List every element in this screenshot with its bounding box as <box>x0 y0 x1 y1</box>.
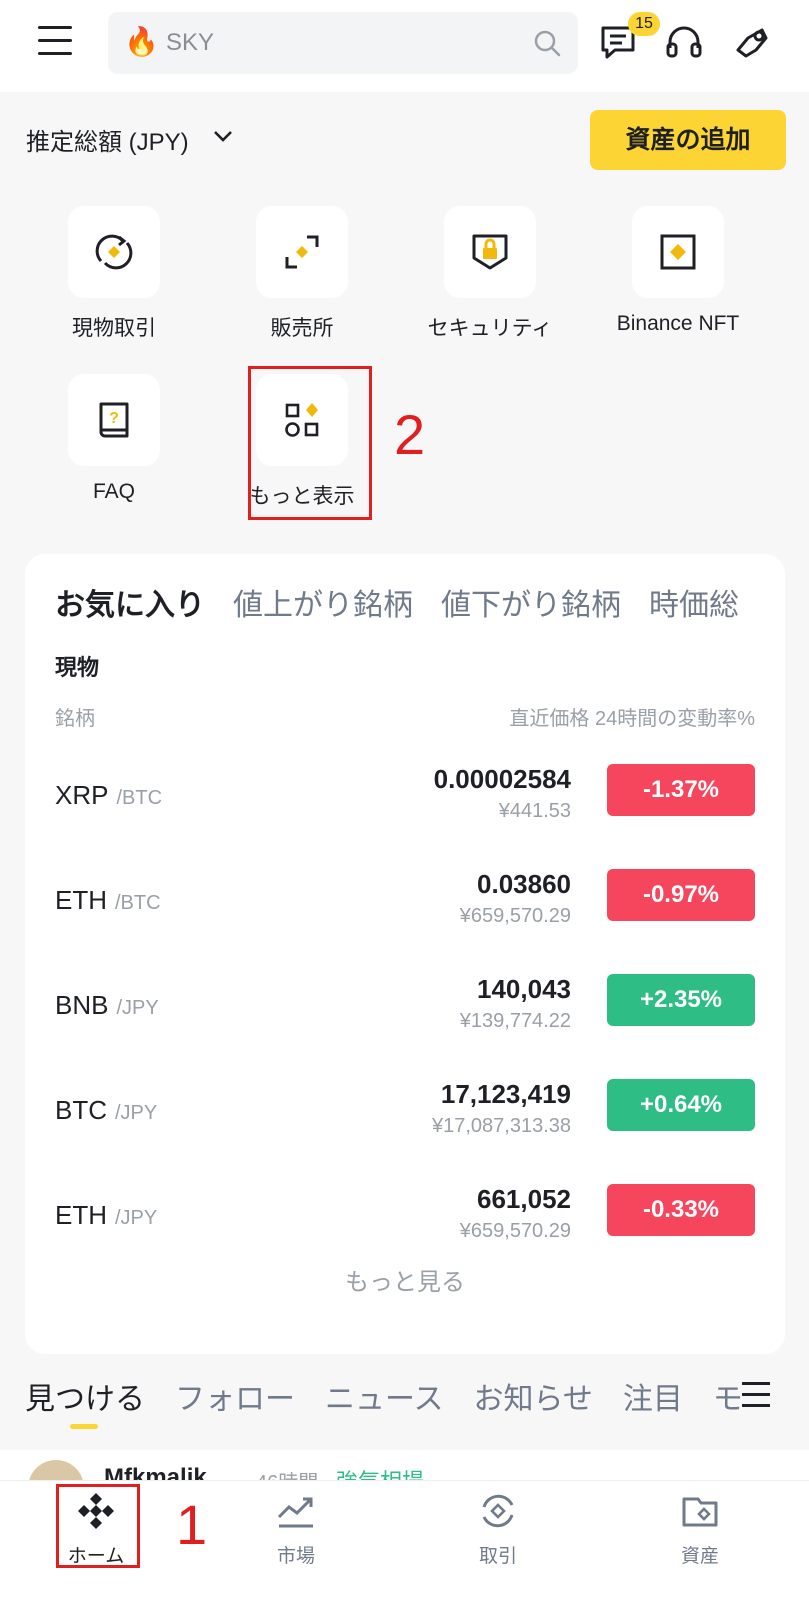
nav-assets[interactable]: 資産 <box>640 1481 760 1600</box>
last-price: 0.03860 <box>477 869 571 899</box>
tab-news[interactable]: ニュース <box>325 1374 444 1418</box>
shortcut-label: FAQ <box>92 480 135 503</box>
hamburger-menu-icon[interactable] <box>38 26 72 58</box>
market-row[interactable]: ETH/JPY 661,052 ¥659,570.29 -0.33% <box>25 1170 785 1270</box>
annotation-number-1: 1 <box>176 1493 208 1556</box>
tab-gainers[interactable]: 値上がり銘柄 <box>233 580 413 624</box>
tab-market-cap[interactable]: 時価総 <box>649 580 739 624</box>
market-row[interactable]: XRP/BTC 0.00002584 ¥441.53 -1.37% <box>25 750 785 850</box>
add-funds-button[interactable]: 資産の追加 <box>590 110 786 170</box>
tab-favorites[interactable]: お気に入り <box>55 580 205 624</box>
tab-discover[interactable]: 見つける <box>25 1374 145 1418</box>
nav-trade[interactable]: 取引 <box>438 1481 558 1600</box>
last-price: 0.00002584 <box>433 764 571 794</box>
market-card: お気に入り 値上がり銘柄 値下がり銘柄 時価総 現物 銘柄 直近価格 24時間の変動率… <box>25 554 785 1354</box>
last-price: 140,043 <box>477 974 571 1004</box>
notification-badge: 15 <box>628 12 660 36</box>
fiat-price: ¥659,570.29 <box>459 1220 571 1242</box>
nav-label: 資産 <box>680 1546 719 1567</box>
pair-quote: /BTC <box>115 892 161 914</box>
column-header-pair: 銘柄 <box>55 708 95 730</box>
change-badge: -1.37% <box>607 764 755 816</box>
nav-markets[interactable]: 市場 <box>236 1481 356 1600</box>
wallet-icon <box>680 1491 720 1531</box>
trade-icon <box>478 1491 518 1531</box>
annotation-number-2: 2 <box>394 403 426 466</box>
chevron-down-icon[interactable] <box>212 128 234 149</box>
annotation-box-home <box>56 1484 140 1568</box>
shortcut-nft[interactable]: Binance NFT <box>598 206 758 356</box>
pair-base: ETH <box>55 885 107 915</box>
nft-icon <box>632 206 724 298</box>
last-price: 661,052 <box>477 1184 571 1214</box>
market-chart-icon <box>276 1491 316 1531</box>
section-spot-label[interactable]: 現物 <box>55 650 99 682</box>
column-header-price-change[interactable]: 直近価格 24時間の変動率% <box>509 702 755 731</box>
last-price: 17,123,419 <box>440 1079 571 1109</box>
nav-label: 市場 <box>276 1546 315 1567</box>
search-placeholder: SKY <box>166 29 215 56</box>
search-icon[interactable] <box>532 28 562 63</box>
active-tab-indicator <box>70 1424 98 1429</box>
annotation-box-more <box>248 366 372 520</box>
shortcut-security[interactable]: セキュリティ <box>410 206 570 356</box>
view-more-link[interactable]: もっと見る <box>25 1262 785 1297</box>
feed-menu-icon[interactable] <box>742 1382 770 1415</box>
estimated-balance-label[interactable]: 推定総額 (JPY) <box>26 122 189 157</box>
pair-base: XRP <box>55 780 109 810</box>
tab-trending[interactable]: 注目 <box>623 1374 683 1418</box>
tab-following[interactable]: フォロー <box>175 1374 295 1418</box>
shortcut-label: 販売所 <box>270 317 334 340</box>
convert-icon <box>256 206 348 298</box>
top-header: 🔥 SKY 15 <box>0 0 809 92</box>
fiat-price: ¥441.53 <box>498 800 571 822</box>
fiat-price: ¥17,087,313.38 <box>431 1115 571 1137</box>
svg-text:?: ? <box>109 410 119 427</box>
tab-losers[interactable]: 値下がり銘柄 <box>441 580 621 624</box>
change-badge: +2.35% <box>607 974 755 1026</box>
shortcut-label: Binance NFT <box>616 312 740 335</box>
headset-icon[interactable] <box>664 22 704 62</box>
pair-quote: /JPY <box>115 1207 158 1229</box>
fiat-price: ¥659,570.29 <box>459 905 571 927</box>
tab-more-truncated[interactable]: モ <box>713 1374 743 1418</box>
pair-quote: /JPY <box>116 997 159 1019</box>
pair-quote: /BTC <box>116 787 163 809</box>
shortcut-label: セキュリティ <box>427 317 553 340</box>
search-bar[interactable]: 🔥 SKY <box>108 12 578 74</box>
fiat-price: ¥139,774.22 <box>459 1010 571 1032</box>
market-row[interactable]: BTC/JPY 17,123,419 ¥17,087,313.38 +0.64% <box>25 1065 785 1165</box>
pair-base: BNB <box>55 990 109 1020</box>
security-icon <box>444 206 536 298</box>
tab-announcements[interactable]: お知らせ <box>474 1374 593 1418</box>
pair-base: BTC <box>55 1095 107 1125</box>
market-row[interactable]: BNB/JPY 140,043 ¥139,774.22 +2.35% <box>25 960 785 1060</box>
shortcut-faq[interactable]: ? FAQ <box>34 374 194 524</box>
spot-trade-icon <box>68 206 160 298</box>
shortcut-spot-trade[interactable]: 現物取引 <box>34 206 194 356</box>
shortcut-label: 現物取引 <box>72 317 156 340</box>
pair-quote: /JPY <box>115 1102 158 1124</box>
market-row[interactable]: ETH/BTC 0.03860 ¥659,570.29 -0.97% <box>25 855 785 955</box>
change-badge: -0.97% <box>607 869 755 921</box>
change-badge: +0.64% <box>607 1079 755 1131</box>
referral-icon[interactable] <box>732 22 772 62</box>
change-badge: -0.33% <box>607 1184 755 1236</box>
faq-icon: ? <box>68 374 160 466</box>
pair-base: ETH <box>55 1200 107 1230</box>
nav-label: 取引 <box>478 1546 517 1567</box>
feed-tabs: 見つける フォロー ニュース お知らせ 注目モ <box>25 1374 745 1424</box>
market-tabs: お気に入り 値上がり銘柄 値下がり銘柄 時価総 <box>55 580 785 630</box>
fire-icon: 🔥 <box>124 26 159 57</box>
shortcut-convert[interactable]: 販売所 <box>222 206 382 356</box>
